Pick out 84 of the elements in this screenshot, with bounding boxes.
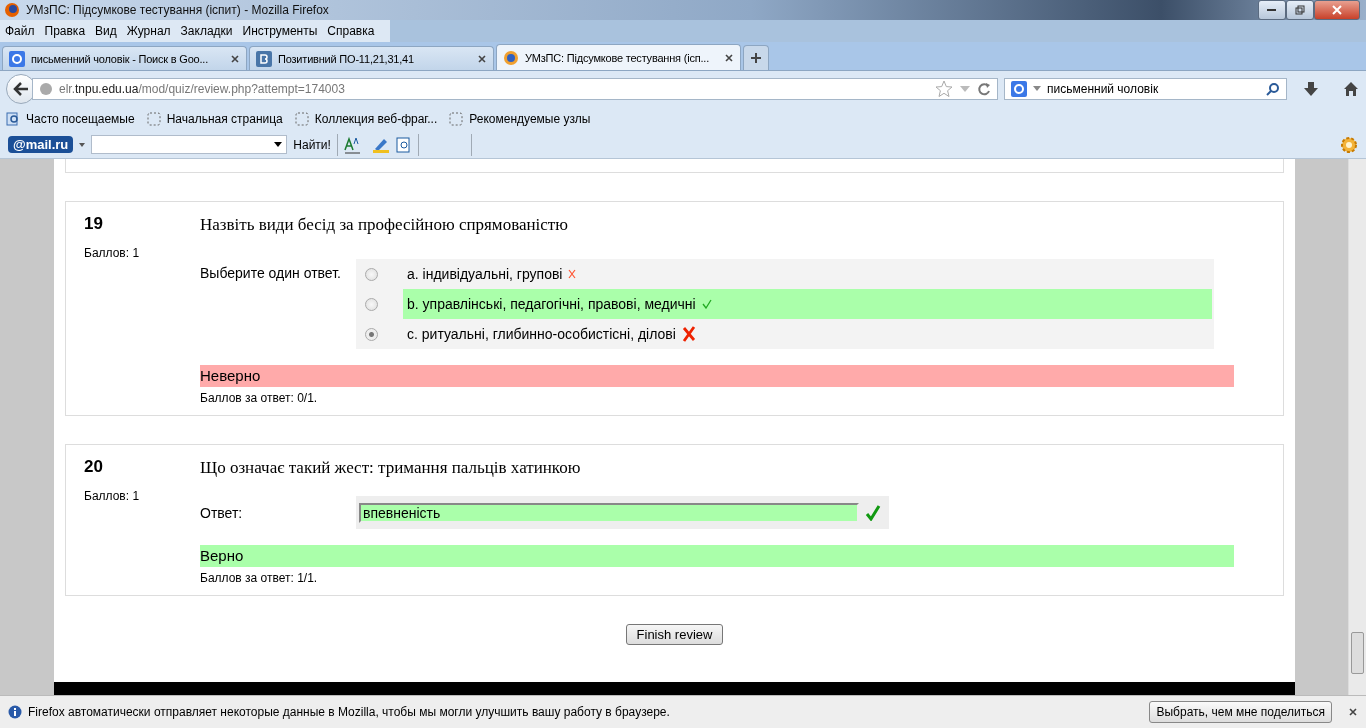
tab-title: Позитивний ПО-11,21,31,41 bbox=[278, 52, 415, 65]
menu-item[interactable]: Правка bbox=[39, 24, 91, 38]
bookmark-item[interactable]: Коллекция веб-фраг... bbox=[294, 111, 438, 126]
bookmark-item[interactable]: Часто посещаемые bbox=[6, 111, 135, 126]
menu-item[interactable]: Закладки bbox=[175, 24, 238, 38]
browser-tab[interactable]: Позитивний ПО-11,21,31,41 bbox=[249, 46, 494, 70]
check-icon bbox=[865, 504, 881, 521]
bookmark-item[interactable]: Начальная страница bbox=[146, 111, 283, 126]
star-icon[interactable] bbox=[935, 79, 953, 98]
cross-icon bbox=[568, 269, 577, 279]
search-icon[interactable] bbox=[1266, 81, 1280, 96]
menu-item[interactable]: Журнал bbox=[121, 24, 176, 38]
browser-tab[interactable]: письменний чоловік - Поиск в Goo... bbox=[2, 46, 247, 70]
radio-button[interactable] bbox=[365, 267, 378, 281]
scrollbar[interactable] bbox=[1348, 159, 1366, 695]
g-logo-icon bbox=[9, 50, 25, 67]
cross-icon bbox=[681, 326, 696, 342]
question-number: 19 bbox=[84, 214, 104, 234]
firefox-logo-icon bbox=[4, 2, 20, 18]
home-icon[interactable] bbox=[1343, 80, 1359, 97]
gear-icon[interactable] bbox=[1340, 135, 1358, 154]
restore-icon bbox=[1295, 5, 1305, 15]
dropdown-icon[interactable] bbox=[1033, 86, 1041, 91]
close-icon bbox=[1332, 5, 1342, 15]
close-icon[interactable] bbox=[477, 53, 487, 64]
menu-item[interactable]: Вид bbox=[90, 24, 122, 38]
question-number: 20 bbox=[84, 457, 104, 477]
tab-title: письменний чоловік - Поиск в Goo... bbox=[31, 52, 210, 65]
question-grade: Баллов: 1 bbox=[84, 489, 141, 503]
address-bar[interactable]: elr.tnpu.edu.ua/mod/quiz/review.php?attempt=174003 bbox=[32, 77, 998, 100]
reload-icon[interactable] bbox=[977, 81, 991, 96]
zoom-page-icon[interactable] bbox=[395, 136, 412, 153]
option-text: c. ритуальні, глибинно-особистісні, ділові bbox=[407, 326, 676, 342]
new-tab-button[interactable] bbox=[743, 45, 769, 70]
close-icon[interactable] bbox=[230, 53, 240, 64]
answer-prompt: Ответ: bbox=[200, 504, 244, 521]
close-icon[interactable] bbox=[1348, 707, 1358, 717]
tab-title: УМзПС: Підсумкове тестування (ісп... bbox=[525, 51, 711, 64]
dropdown-icon[interactable] bbox=[79, 142, 86, 147]
search-icon bbox=[6, 111, 20, 126]
info-icon bbox=[8, 705, 22, 719]
mail-logo[interactable]: @mail.ru bbox=[8, 136, 74, 153]
close-icon[interactable] bbox=[724, 52, 734, 63]
page-icon bbox=[449, 111, 464, 126]
answer-prompt: Выберите один ответ. bbox=[200, 264, 342, 281]
window-title: УМзПС: Підсумкове тестування (іспит) - Mozilla Firefox bbox=[26, 3, 329, 17]
notification-text: Firefox автоматически отправляет некоторые данные в Mozilla, чтобы мы могли улучшить вашу работу в браузере. bbox=[28, 705, 671, 719]
close-button[interactable] bbox=[1314, 0, 1360, 20]
question-text: Назвіть види бесід за професійною спрямованістю bbox=[200, 215, 569, 235]
option-text: b. управлінські, педагогічні, правові, медичні bbox=[407, 296, 696, 312]
menu-item[interactable]: Инструменты bbox=[237, 24, 323, 38]
highlighter-icon[interactable] bbox=[371, 136, 390, 153]
radio-button[interactable] bbox=[365, 297, 378, 311]
minimize-button[interactable] bbox=[1258, 0, 1286, 20]
radio-button[interactable] bbox=[365, 327, 378, 341]
bookmark-item[interactable]: Рекомендуемые узлы bbox=[449, 111, 591, 126]
plus-icon bbox=[750, 52, 762, 64]
g-logo-icon bbox=[1011, 80, 1027, 97]
browser-tab[interactable]: УМзПС: Підсумкове тестування (ісп... bbox=[496, 44, 741, 70]
question-text: Що означає такий жест: тримання пальців хатинкою bbox=[200, 458, 582, 478]
share-choice-button[interactable]: Выбрать, чем мне поделиться bbox=[1149, 701, 1332, 723]
feedback-bar: Верно bbox=[200, 545, 1234, 567]
finish-review-button[interactable]: Finish review bbox=[625, 624, 724, 645]
question-grade: Баллов: 1 bbox=[84, 246, 141, 260]
vk-logo-icon bbox=[256, 50, 272, 67]
globe-icon bbox=[503, 49, 519, 66]
restore-button[interactable] bbox=[1286, 0, 1314, 20]
download-icon[interactable] bbox=[1303, 80, 1319, 97]
globe-icon bbox=[39, 81, 53, 96]
back-arrow-icon bbox=[13, 81, 29, 96]
feedback-bar: Неверно bbox=[200, 365, 1234, 387]
find-button[interactable]: Найти! bbox=[293, 137, 331, 152]
score-text: Баллов за ответ: 0/1. bbox=[200, 391, 319, 405]
caret-icon bbox=[274, 142, 283, 147]
page-icon bbox=[294, 111, 309, 126]
check-icon bbox=[701, 299, 712, 309]
page-icon bbox=[146, 111, 161, 126]
minimize-icon bbox=[1267, 8, 1277, 12]
score-text: Баллов за ответ: 1/1. bbox=[200, 571, 319, 585]
search-field[interactable]: письменний чоловік bbox=[1004, 77, 1287, 100]
menu-item[interactable]: Справка bbox=[322, 24, 380, 38]
answer-field[interactable]: впевненість bbox=[359, 502, 859, 523]
option-text: a. індивідуальні, групові bbox=[407, 266, 563, 282]
menu-item[interactable]: Файл bbox=[0, 24, 40, 38]
